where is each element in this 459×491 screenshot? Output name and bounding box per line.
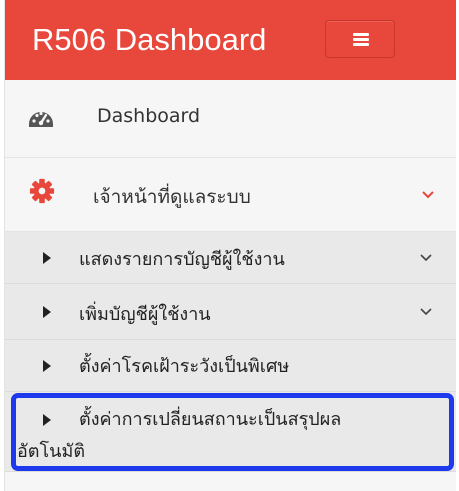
submenu-item-list-accounts[interactable]: แสดงรายการบัญชีผู้ใช้งาน <box>5 232 456 284</box>
submenu-item-label-line2: อัตโนมัติ <box>17 441 86 462</box>
sidebar-item-label: Dashboard <box>97 105 201 127</box>
submenu-item-add-account[interactable]: เพิ่มบัญชีผู้ใช้งาน <box>5 284 456 340</box>
caret-right-icon <box>43 360 51 372</box>
caret-right-icon <box>43 306 51 318</box>
chevron-down-icon <box>420 308 432 316</box>
submenu-item-surveillance-diseases[interactable]: ตั้งค่าโรคเฝ้าระวังเป็นพิเศษ <box>5 340 456 392</box>
sidebar-panel: R506 Dashboard Dashboard เจ้าหน้าที่ดูแล… <box>4 0 456 491</box>
hamburger-icon-bar <box>353 43 369 46</box>
hamburger-icon-bar <box>353 38 369 41</box>
sidebar-item-admin[interactable]: เจ้าหน้าที่ดูแลระบบ <box>5 158 456 232</box>
submenu-bottom-edge <box>5 472 456 491</box>
brand-title[interactable]: R506 Dashboard <box>32 18 266 62</box>
chevron-down-icon <box>422 191 434 199</box>
top-header: R506 Dashboard <box>5 0 456 80</box>
submenu-item-label-line1: ตั้งค่าการเปลี่ยนสถานะเป็นสรุปผล <box>79 409 342 430</box>
caret-right-icon <box>43 414 51 426</box>
submenu-item-auto-status-change[interactable]: ตั้งค่าการเปลี่ยนสถานะเป็นสรุปผล อัตโนมั… <box>5 392 456 472</box>
submenu-item-label: แสดงรายการบัญชีผู้ใช้งาน <box>79 249 285 270</box>
caret-right-icon <box>43 252 51 264</box>
submenu-item-label: ตั้งค่าโรคเฝ้าระวังเป็นพิเศษ <box>79 356 290 377</box>
sidebar-item-label: เจ้าหน้าที่ดูแลระบบ <box>93 186 251 208</box>
chevron-down-icon <box>420 254 432 262</box>
sidebar-item-dashboard[interactable]: Dashboard <box>5 80 456 158</box>
menu-toggle-button[interactable] <box>325 20 395 58</box>
hamburger-icon <box>353 33 369 36</box>
dashboard-gauge-icon <box>29 111 53 127</box>
submenu-item-label: เพิ่มบัญชีผู้ใช้งาน <box>79 304 211 325</box>
gear-icon <box>29 178 55 204</box>
